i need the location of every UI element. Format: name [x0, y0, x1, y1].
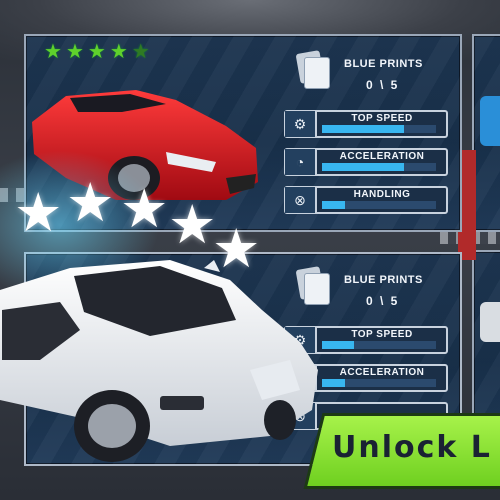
game-screen: ★ ★ ★ ★ ★ BLUE PRINTS 0 \ 5 ⚙ TOP SPEED …: [0, 0, 500, 500]
stat-label: TOP SPEED: [351, 113, 413, 124]
star-icon: ★: [44, 41, 62, 63]
gear-shift-icon: ⚙: [285, 111, 317, 137]
stat-handling: ⊗ HANDLING: [284, 186, 448, 214]
stat-fill: [322, 163, 405, 171]
rating-star-icon: ★: [14, 183, 63, 243]
stat-acceleration: ◔ ACCELERATION: [284, 148, 448, 176]
wheel-icon: ⊗: [285, 187, 317, 213]
car-card-next-top[interactable]: [472, 34, 500, 232]
rating-star-icon: ★: [168, 195, 217, 255]
stat-fill: [322, 379, 345, 387]
stat-bar: [322, 379, 436, 387]
blueprints-count: 0 \ 5: [366, 294, 400, 308]
stat-bar: [322, 163, 436, 171]
rating-star-icon: ★: [66, 173, 115, 233]
rating-star-icon: ★: [120, 179, 169, 239]
blueprint-icon: [295, 50, 330, 89]
stat-top-speed: ⚙ TOP SPEED: [284, 110, 448, 138]
stat-bar: [322, 125, 436, 133]
star-rating-top: ★ ★ ★ ★ ★: [44, 42, 150, 62]
stat-fill: [322, 201, 345, 209]
stat-bar: [322, 341, 436, 349]
stat-label: ACCELERATION: [339, 151, 425, 162]
stat-label: HANDLING: [353, 189, 411, 200]
stat-fill: [322, 125, 405, 133]
blueprints-label: BLUE PRINTS: [344, 274, 423, 286]
rating-star-icon: ★: [212, 219, 261, 279]
star-icon: ★: [65, 41, 84, 63]
star-icon: ★: [87, 41, 106, 63]
blueprints-label: BLUE PRINTS: [344, 58, 423, 70]
blueprints-count: 0 \ 5: [366, 78, 400, 92]
stat-label: TOP SPEED: [351, 329, 413, 340]
stat-label: ACCELERATION: [339, 367, 425, 378]
white-hypercar: [0, 260, 318, 462]
stat-bar: [322, 201, 436, 209]
star-icon: ★: [109, 41, 128, 63]
speedometer-icon: ◔: [285, 149, 317, 175]
unlock-banner-text: Unlock L: [332, 430, 492, 465]
stat-fill: [322, 341, 354, 349]
star-icon: ★: [131, 41, 150, 63]
